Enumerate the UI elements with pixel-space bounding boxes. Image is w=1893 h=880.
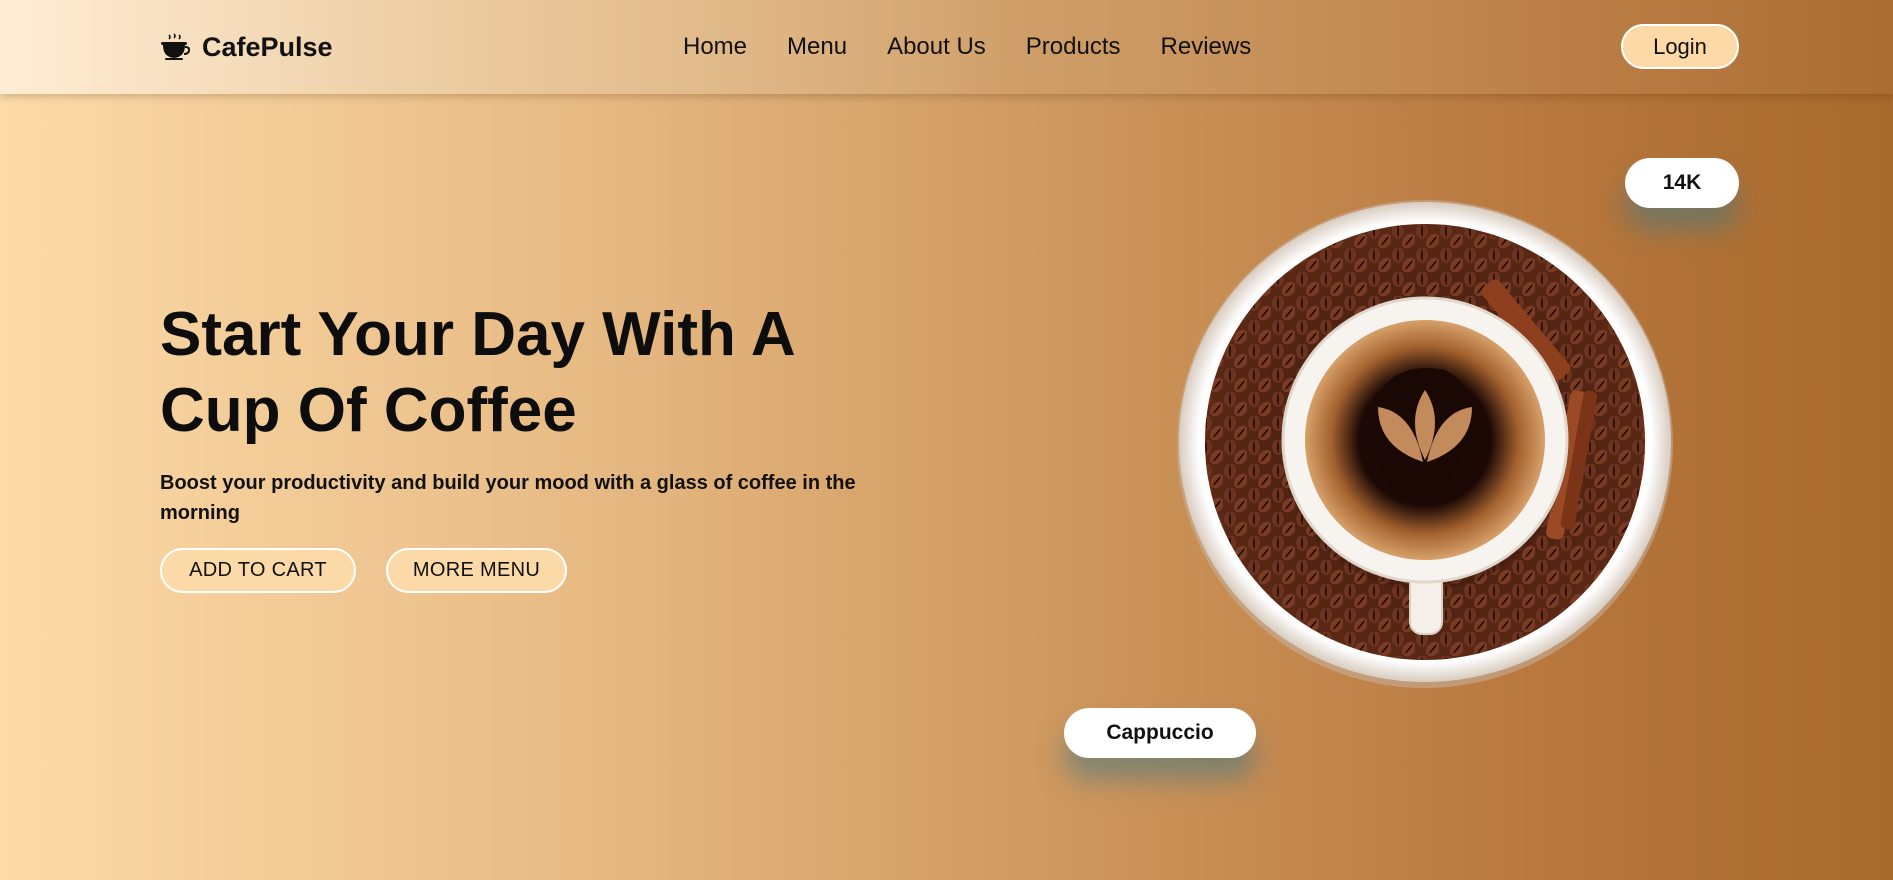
- product-name-badge: Cappuccio: [1064, 708, 1256, 758]
- hero-title-line2: Cup Of Coffee: [160, 376, 577, 445]
- nav-reviews[interactable]: Reviews: [1161, 33, 1252, 61]
- hero-subtitle: Boost your productivity and build your m…: [160, 472, 856, 524]
- login-button[interactable]: Login: [1621, 24, 1739, 69]
- brand-name: CafePulse: [202, 31, 333, 62]
- nav-home[interactable]: Home: [683, 33, 747, 61]
- nav-products[interactable]: Products: [1026, 33, 1121, 61]
- nav-menu[interactable]: Menu: [787, 33, 847, 61]
- coffee-cup-image: [1177, 200, 1673, 688]
- main-nav: Home Menu About Us Products Reviews: [683, 30, 1251, 64]
- more-menu-button[interactable]: MORE MENU: [386, 548, 567, 593]
- stats-badge: 14K: [1625, 158, 1739, 208]
- nav-about-us[interactable]: About Us: [887, 33, 986, 61]
- site-header: CafePulse Home Menu About Us Products Re…: [0, 0, 1893, 94]
- hero-title-line1: Start Your Day With A: [160, 300, 796, 369]
- coffee-cup-icon: [161, 33, 190, 60]
- hero-title: Start Your Day With A Cup Of Coffee: [160, 297, 920, 449]
- brand-logo[interactable]: CafePulse: [160, 30, 333, 64]
- add-to-cart-button[interactable]: ADD TO CART: [160, 548, 356, 593]
